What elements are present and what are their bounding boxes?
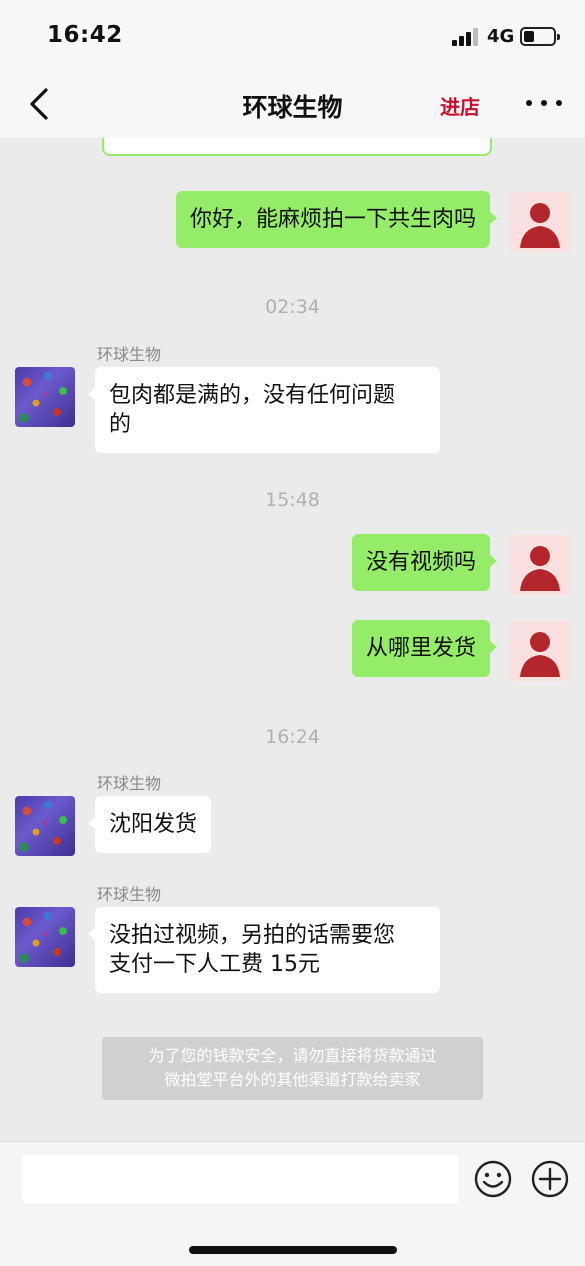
notice-line: 微拍堂平台外的其他渠道打款给卖家	[164, 1070, 421, 1089]
page-title: 环球生物	[242, 93, 343, 122]
enter-shop-button[interactable]: 进店	[440, 91, 480, 120]
input-bar	[0, 1141, 585, 1266]
timestamp: 02:34	[265, 296, 320, 318]
outgoing-message[interactable]: 从哪里发货	[351, 620, 498, 677]
seller-avatar[interactable]	[15, 367, 75, 427]
plus-icon	[531, 1160, 569, 1198]
safety-notice: 为了您的钱款安全，请勿直接将货款通过 微拍堂平台外的其他渠道打款给卖家	[102, 1037, 483, 1100]
timestamp: 15:48	[265, 489, 320, 511]
message-line: 的	[109, 412, 132, 437]
emoji-icon	[474, 1160, 512, 1198]
home-indicator[interactable]	[189, 1246, 397, 1254]
status-time: 16:42	[47, 22, 123, 48]
seller-avatar[interactable]	[15, 907, 75, 967]
message-line: 没拍过视频，另拍的话需要您	[109, 923, 396, 948]
my-avatar[interactable]	[510, 535, 570, 595]
incoming-message[interactable]: 沈阳发货	[87, 796, 212, 853]
sender-name: 环球生物	[97, 774, 162, 793]
seller-avatar[interactable]	[15, 796, 75, 856]
signal-icon	[452, 28, 480, 46]
outgoing-message[interactable]: 你好，能麻烦拍一下共生肉吗	[175, 191, 498, 248]
timestamp: 16:24	[265, 726, 320, 748]
product-card[interactable]	[102, 138, 492, 156]
sender-name: 环球生物	[97, 885, 162, 904]
message-input[interactable]	[22, 1155, 459, 1203]
my-avatar[interactable]	[510, 192, 570, 252]
incoming-message[interactable]: 没拍过视频，另拍的话需要您 支付一下人工费 15元	[88, 907, 440, 993]
more-button[interactable]	[524, 93, 564, 113]
top-bar: 16:42 4G 环球生物 进店	[0, 0, 585, 138]
message-line: 包肉都是满的，没有任何问题	[109, 383, 396, 408]
battery-icon	[520, 27, 560, 46]
message-line: 支付一下人工费 15元	[109, 952, 320, 977]
network-type: 4G	[487, 26, 515, 47]
more-actions-button[interactable]	[530, 1159, 570, 1199]
incoming-message[interactable]: 包肉都是满的，没有任何问题 的	[88, 367, 440, 453]
notice-line: 为了您的钱款安全，请勿直接将货款通过	[148, 1046, 437, 1065]
emoji-button[interactable]	[473, 1159, 513, 1199]
outgoing-message[interactable]: 没有视频吗	[351, 534, 498, 591]
chat-area[interactable]: 你好，能麻烦拍一下共生肉吗 02:34 环球生物 包肉都是满的，没有任何问题 的…	[0, 138, 585, 1141]
my-avatar[interactable]	[510, 621, 570, 681]
sender-name: 环球生物	[97, 345, 162, 364]
